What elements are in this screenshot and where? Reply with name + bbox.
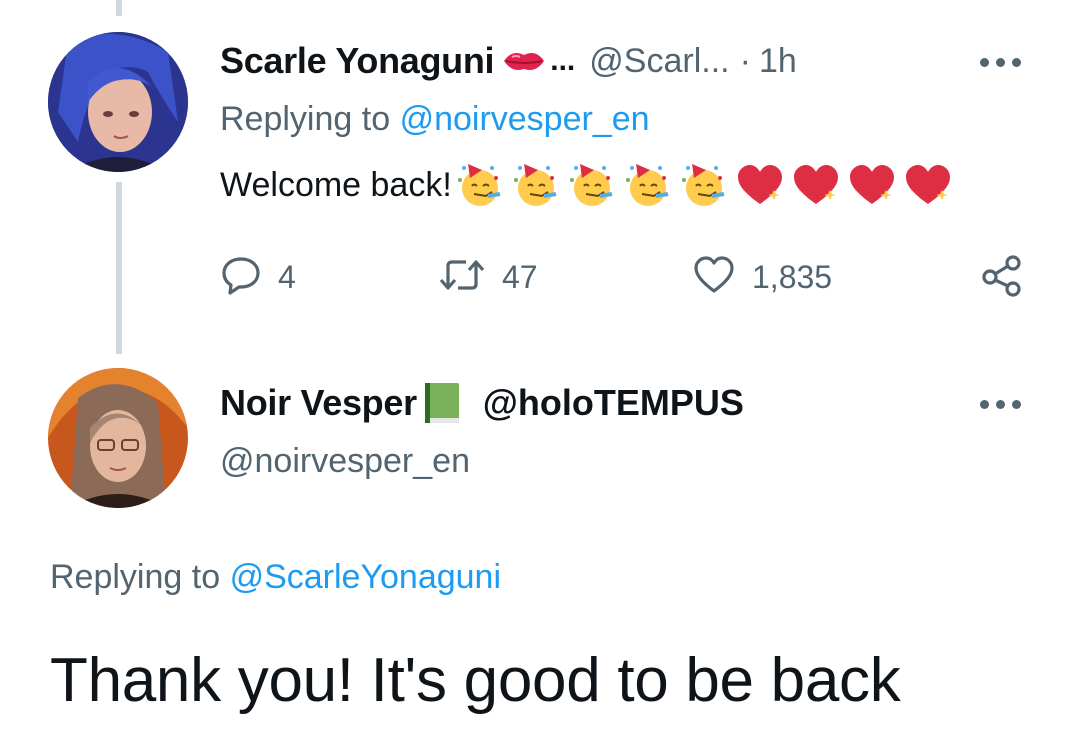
author-name[interactable]: Noir Vesper [220, 382, 417, 424]
sparkling-heart-emoji [732, 160, 788, 210]
thread-line-top [116, 0, 122, 16]
avatar-noir[interactable] [48, 368, 188, 508]
partying-face-emoji [564, 160, 620, 210]
share-icon [980, 253, 1024, 302]
like-action[interactable]: 1,835 [692, 250, 832, 304]
partying-face-emoji [676, 160, 732, 210]
retweet-count: 47 [502, 258, 538, 295]
name-suffix-handle[interactable]: @holoTEMPUS [483, 382, 744, 424]
reply-count: 4 [278, 258, 296, 295]
thread-line [116, 182, 122, 354]
avatar-scarle[interactable] [48, 32, 188, 172]
retweet-action[interactable]: 47 [438, 250, 538, 304]
share-action[interactable] [980, 250, 1024, 304]
sparkling-heart-emoji [788, 160, 844, 210]
author-handle[interactable]: @noirvesper_en [220, 442, 470, 481]
kiss-mark-icon [502, 47, 546, 75]
tweet-body: Welcome back! [220, 165, 452, 204]
replying-prefix: Replying to [50, 558, 221, 596]
tweet1-text: Welcome back! [220, 160, 956, 210]
name-truncation: ... [550, 44, 576, 77]
tweet-time[interactable]: 1h [759, 42, 797, 81]
tweet1-actions: 4 47 1,835 [220, 250, 1030, 304]
retweet-icon [438, 254, 486, 301]
replying-prefix: Replying to [220, 100, 391, 138]
more-options-icon[interactable] [980, 56, 1026, 70]
green-book-icon [421, 380, 465, 426]
sparkling-heart-emoji [900, 160, 956, 210]
tweet2-header: Noir Vesper @holoTEMPUS [220, 380, 744, 426]
reply-icon [220, 254, 262, 301]
tweet1-header: Scarle Yonaguni ... @Scarl... · 1h [220, 36, 797, 86]
reply-action[interactable]: 4 [220, 250, 296, 304]
author-name[interactable]: Scarle Yonaguni [220, 40, 495, 82]
like-count: 1,835 [752, 258, 833, 295]
partying-face-emoji [620, 160, 676, 210]
tweet2-text: Thank you! It's good to be back [50, 646, 901, 715]
author-handle[interactable]: @Scarl... [589, 42, 729, 81]
replying-to: Replying to @noirvesper_en [220, 100, 650, 139]
emoji-row [452, 160, 956, 210]
partying-face-emoji [452, 160, 508, 210]
separator-dot: · [739, 41, 751, 80]
partying-face-emoji [508, 160, 564, 210]
sparkling-heart-emoji [844, 160, 900, 210]
replying-mention-link[interactable]: @noirvesper_en [400, 100, 650, 138]
replying-to: Replying to @ScarleYonaguni [50, 558, 501, 597]
more-options-icon[interactable] [980, 398, 1026, 412]
replying-mention-link[interactable]: @ScarleYonaguni [230, 558, 501, 596]
heart-icon [692, 254, 736, 301]
